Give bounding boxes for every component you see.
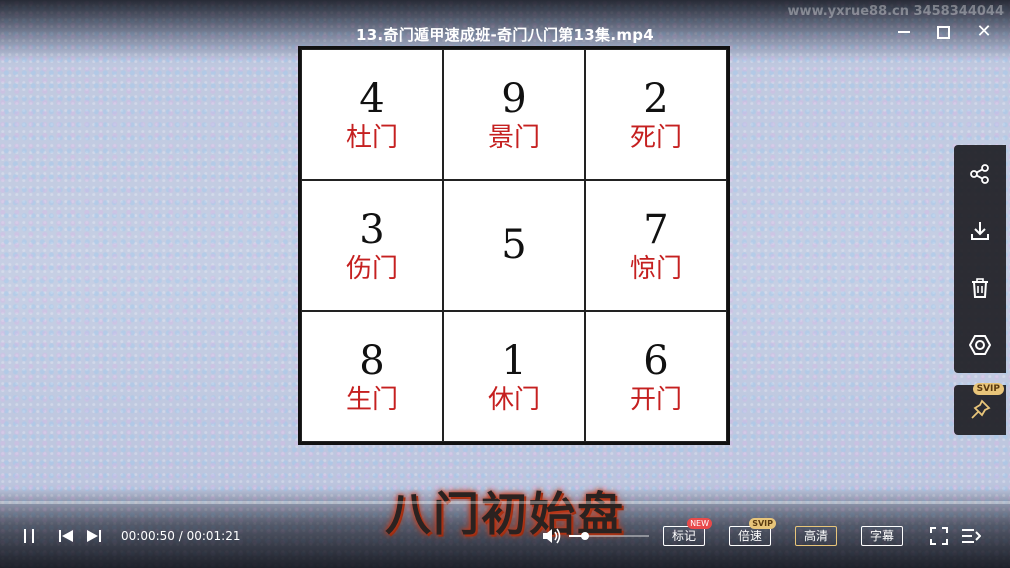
- quality-button[interactable]: 高清: [795, 526, 838, 546]
- next-button[interactable]: [86, 528, 102, 548]
- previous-button[interactable]: [58, 528, 74, 548]
- svip-badge: SVIP: [972, 383, 1004, 395]
- svip-badge: SVIP: [749, 518, 777, 529]
- pin-panel[interactable]: SVIP: [954, 383, 1006, 435]
- pin-icon: [971, 399, 991, 419]
- grid-cell: 8 生门: [301, 311, 443, 442]
- cell-number: 9: [501, 75, 527, 122]
- quality-label: 高清: [804, 529, 829, 543]
- grid-cell: 5: [443, 180, 585, 311]
- cell-number: 4: [359, 75, 385, 122]
- progress-bar[interactable]: [0, 501, 1010, 504]
- speed-label: 倍速: [738, 529, 763, 543]
- volume-icon[interactable]: [542, 527, 562, 549]
- mark-button[interactable]: 标记 NEW: [663, 518, 713, 546]
- subtitle-label: 字幕: [870, 529, 895, 543]
- nine-palace-grid: 4 杜门 9 景门 2 死门 3 伤门 5 7 惊门 8 生门 1 休门 6 开门: [298, 46, 730, 445]
- share-icon[interactable]: [965, 159, 995, 189]
- video-title: 13.奇门遁甲速成班-奇门八门第13集.mp4: [355, 26, 655, 44]
- playlist-icon[interactable]: [961, 527, 982, 549]
- cell-door: 伤门: [345, 253, 398, 284]
- speed-button[interactable]: 倍速 SVIP: [729, 518, 777, 546]
- cell-number: 8: [359, 337, 385, 384]
- download-icon[interactable]: [965, 216, 995, 246]
- view-icon[interactable]: [965, 330, 995, 360]
- grid-cell: 9 景门: [443, 49, 585, 180]
- cell-number: 2: [643, 75, 669, 122]
- cell-door: 杜门: [345, 122, 398, 153]
- cell-door: 惊门: [629, 253, 682, 284]
- close-button[interactable]: ✕: [974, 22, 994, 42]
- subtitle-button[interactable]: 字幕: [861, 526, 904, 546]
- cell-number: 3: [359, 206, 385, 253]
- cell-door: 景门: [487, 122, 540, 153]
- volume-slider[interactable]: [569, 532, 649, 540]
- delete-icon[interactable]: [965, 273, 995, 303]
- cell-door: 死门: [629, 122, 682, 153]
- grid-cell: 7 惊门: [585, 180, 727, 311]
- watermark: www.yxrue88.cn 3458344044: [787, 4, 1004, 19]
- minimize-button[interactable]: [894, 22, 914, 42]
- maximize-button[interactable]: [933, 22, 953, 42]
- grid-cell: 3 伤门: [301, 180, 443, 311]
- cell-number: 1: [501, 337, 527, 384]
- volume-knob[interactable]: [581, 532, 589, 540]
- pause-button[interactable]: [22, 528, 36, 548]
- cell-number: 5: [501, 221, 527, 268]
- cell-number: 7: [643, 206, 669, 253]
- time-display: 00:00:50 / 00:01:21: [121, 529, 241, 543]
- grid-cell: 2 死门: [585, 49, 727, 180]
- cell-door: 生门: [345, 384, 398, 415]
- mark-label: 标记: [672, 529, 697, 543]
- cell-door: 开门: [629, 384, 682, 415]
- grid-cell: 6 开门: [585, 311, 727, 442]
- side-action-panel: [954, 145, 1006, 373]
- fullscreen-icon[interactable]: [930, 527, 948, 549]
- cell-door: 休门: [487, 384, 540, 415]
- grid-cell: 4 杜门: [301, 49, 443, 180]
- new-badge: NEW: [687, 518, 713, 529]
- grid-cell: 1 休门: [443, 311, 585, 442]
- cell-number: 6: [643, 337, 669, 384]
